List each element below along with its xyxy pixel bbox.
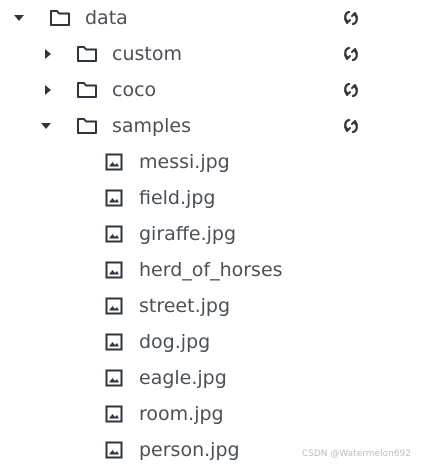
tree-row-file[interactable]: giraffe.jpg xyxy=(0,216,421,252)
refresh-icon[interactable] xyxy=(341,117,361,135)
folder-icon xyxy=(77,82,97,98)
caret-right-icon[interactable] xyxy=(42,48,54,60)
file-label: messi.jpg xyxy=(139,151,230,173)
folder-icon xyxy=(77,46,97,62)
watermark-text: CSDN @Watermelon692 xyxy=(301,449,411,459)
image-file-icon xyxy=(105,153,123,171)
tree-row-file[interactable]: street.jpg xyxy=(0,288,421,324)
folder-label: coco xyxy=(112,79,157,101)
folder-icon xyxy=(77,118,97,134)
image-file-icon xyxy=(105,225,123,243)
image-file-icon xyxy=(105,189,123,207)
folder-icon xyxy=(50,10,70,26)
refresh-icon[interactable] xyxy=(341,45,361,63)
caret-right-icon[interactable] xyxy=(42,84,54,96)
file-label: person.jpg xyxy=(139,439,240,461)
file-label: street.jpg xyxy=(139,295,231,317)
tree-row-file[interactable]: herd_of_horses xyxy=(0,252,421,288)
refresh-icon[interactable] xyxy=(341,9,361,27)
tree-row-file[interactable]: dog.jpg xyxy=(0,324,421,360)
file-tree: data custom coco samples messi.jpg field… xyxy=(0,0,421,468)
image-file-icon xyxy=(105,441,123,459)
tree-row-coco[interactable]: coco xyxy=(0,72,421,108)
file-label: herd_of_horses xyxy=(139,259,283,281)
file-label: room.jpg xyxy=(139,403,224,425)
file-label: field.jpg xyxy=(139,187,216,209)
image-file-icon xyxy=(105,369,123,387)
tree-row-data[interactable]: data xyxy=(0,0,421,36)
tree-row-file[interactable]: messi.jpg xyxy=(0,144,421,180)
folder-label: samples xyxy=(112,115,191,137)
folder-label: data xyxy=(85,7,128,29)
file-label: giraffe.jpg xyxy=(139,223,237,245)
file-label: dog.jpg xyxy=(139,331,211,353)
file-label: eagle.jpg xyxy=(139,367,227,389)
image-file-icon xyxy=(105,297,123,315)
image-file-icon xyxy=(105,333,123,351)
tree-row-file[interactable]: room.jpg xyxy=(0,396,421,432)
tree-row-custom[interactable]: custom xyxy=(0,36,421,72)
folder-label: custom xyxy=(112,43,182,65)
caret-down-icon[interactable] xyxy=(40,120,52,132)
image-file-icon xyxy=(105,405,123,423)
refresh-icon[interactable] xyxy=(341,81,361,99)
tree-row-file[interactable]: eagle.jpg xyxy=(0,360,421,396)
image-file-icon xyxy=(105,261,123,279)
caret-down-icon[interactable] xyxy=(13,12,25,24)
tree-row-samples[interactable]: samples xyxy=(0,108,421,144)
tree-row-file[interactable]: field.jpg xyxy=(0,180,421,216)
